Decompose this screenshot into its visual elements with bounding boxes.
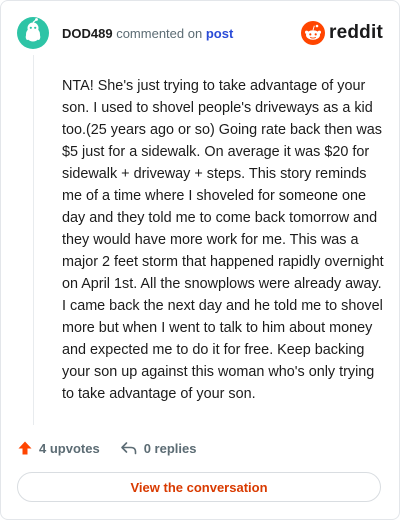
reply-arrow-icon: [120, 442, 136, 455]
username-link[interactable]: DOD489: [62, 26, 113, 41]
user-avatar[interactable]: [17, 17, 49, 49]
comment-body: NTA! She's just trying to take advantage…: [62, 78, 384, 402]
comment-meta: DOD489 commented on post: [62, 26, 233, 41]
upvote-button[interactable]: 4 upvotes: [17, 440, 100, 456]
snoo-avatar-icon: [25, 18, 41, 42]
upvote-count: 4 upvotes: [39, 440, 100, 456]
view-conversation-button[interactable]: View the conversation: [17, 472, 381, 502]
comment-header: DOD489 commented on post reddit: [17, 15, 383, 51]
upvote-arrow-icon: [18, 441, 32, 455]
thread-line: [33, 55, 34, 425]
comment-actions: 4 upvotes 0 replies: [17, 437, 196, 459]
action-text: commented on: [116, 25, 203, 41]
reply-count: 0 replies: [143, 440, 197, 456]
reddit-logo-icon: [301, 21, 326, 45]
reply-button[interactable]: 0 replies: [120, 440, 197, 456]
comment-card: DOD489 commented on post reddit NTA! She…: [0, 0, 400, 520]
reddit-wordmark: reddit: [329, 22, 383, 43]
reddit-brand[interactable]: reddit: [301, 21, 383, 45]
post-link[interactable]: post: [206, 26, 233, 41]
